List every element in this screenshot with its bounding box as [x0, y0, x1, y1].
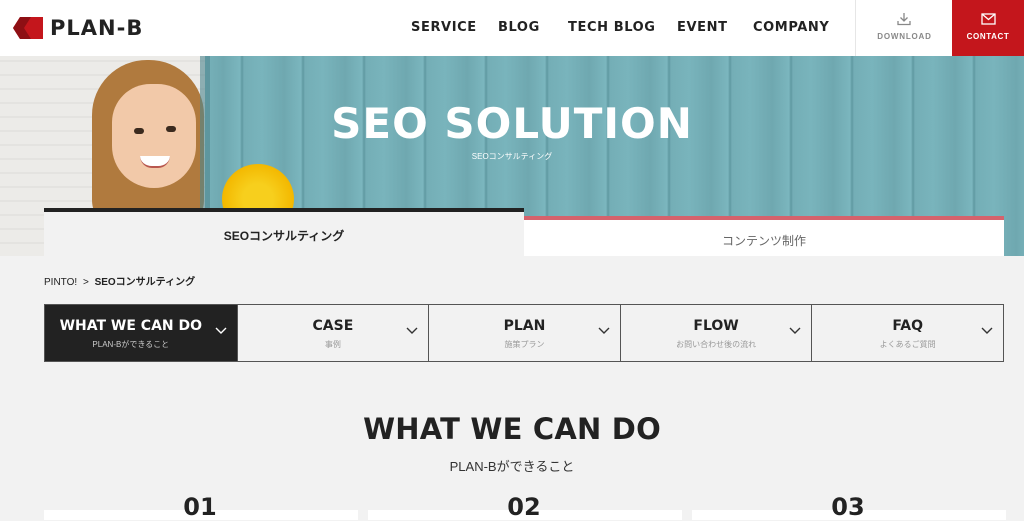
mail-icon: [981, 13, 996, 25]
section-nav-flow[interactable]: FLOW お問い合わせ後の流れ: [619, 305, 812, 361]
section-nav-case[interactable]: CASE 事例: [236, 305, 429, 361]
download-icon: [897, 13, 911, 26]
nav-event[interactable]: EVENT: [677, 20, 728, 35]
section-nav-plan[interactable]: PLAN 施策プラン: [428, 305, 620, 361]
section-nav-sub: 施策プラン: [504, 340, 545, 349]
download-button[interactable]: DOWNLOAD: [855, 0, 952, 56]
breadcrumb: PINTO! > SEOコンサルティング: [44, 273, 195, 288]
logo-text: PLAN-B: [50, 16, 144, 40]
section-nav-sub: PLAN-Bができること: [92, 340, 170, 349]
chevron-down-icon: [598, 327, 610, 334]
breadcrumb-home-link[interactable]: PINTO!: [44, 277, 77, 288]
section-nav-faq[interactable]: FAQ よくあるご質問: [811, 305, 1003, 361]
hero-subtitle: SEOコンサルティング: [471, 152, 553, 161]
chevron-down-icon: [981, 327, 993, 334]
section-subtitle: PLAN-Bができること: [449, 459, 575, 474]
feature-card-number: 02: [507, 493, 541, 521]
section-nav-title: CASE: [312, 318, 354, 334]
download-label: DOWNLOAD: [877, 32, 932, 41]
hero-title: SEO SOLUTION: [331, 99, 693, 148]
breadcrumb-current: SEOコンサルティング: [94, 277, 196, 288]
contact-button[interactable]: CONTACT: [952, 0, 1024, 56]
chevron-down-icon: [789, 327, 801, 334]
logo-mark-icon: [13, 17, 43, 39]
nav-blog[interactable]: BLOG: [498, 20, 540, 35]
breadcrumb-separator: >: [82, 277, 89, 288]
contact-label: CONTACT: [966, 32, 1010, 41]
nav-service[interactable]: SERVICE: [411, 20, 477, 35]
section-nav-title: PLAN: [503, 318, 546, 334]
site-header: PLAN-B SERVICE BLOG TECH BLOG EVENT COMP…: [0, 0, 1024, 56]
feature-card-number: 01: [183, 493, 217, 521]
chevron-down-icon: [406, 327, 418, 334]
tab-seo-consulting[interactable]: SEOコンサルティング: [44, 208, 524, 256]
section-nav-what-we-can-do[interactable]: WHAT WE CAN DO PLAN-Bができること: [45, 305, 237, 361]
logo[interactable]: PLAN-B: [12, 15, 143, 41]
section-nav-title: WHAT WE CAN DO: [59, 318, 203, 334]
tab-label: SEOコンサルティング: [223, 229, 345, 243]
chevron-down-icon: [215, 327, 227, 334]
section-title: WHAT WE CAN DO: [363, 412, 661, 446]
section-nav-sub: 事例: [324, 340, 341, 349]
section-nav-title: FLOW: [693, 318, 739, 334]
section-nav: WHAT WE CAN DO PLAN-Bができること CASE 事例 PLAN…: [44, 304, 1004, 362]
section-nav-title: FAQ: [892, 318, 924, 334]
nav-tech-blog[interactable]: TECH BLOG: [568, 20, 656, 35]
nav-company[interactable]: COMPANY: [753, 20, 829, 35]
section-nav-sub: よくあるご質問: [879, 340, 936, 349]
section-nav-sub: お問い合わせ後の流れ: [676, 340, 757, 349]
tab-label: コンテンツ制作: [721, 234, 806, 248]
tab-content-production[interactable]: コンテンツ制作: [524, 216, 1004, 256]
feature-card-number: 03: [831, 493, 865, 521]
